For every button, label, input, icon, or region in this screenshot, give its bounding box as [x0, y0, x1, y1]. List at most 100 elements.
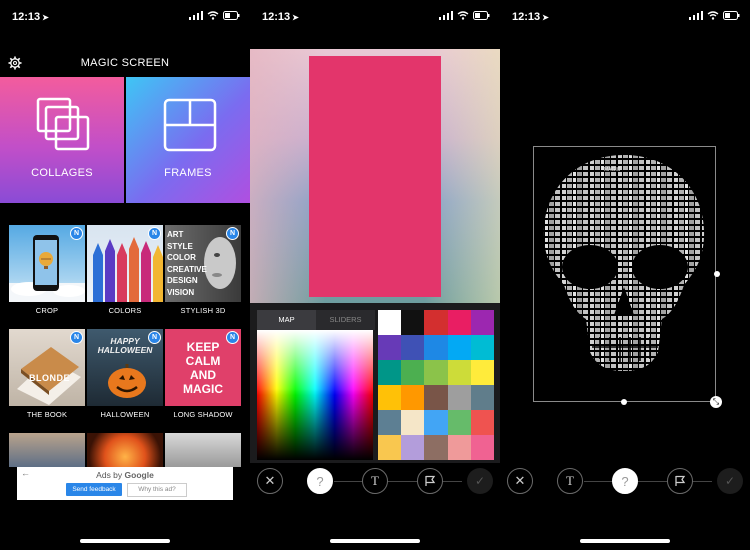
colors-thumbnail: N	[87, 225, 163, 302]
new-badge: N	[148, 227, 161, 240]
signal-icon	[689, 11, 703, 20]
art-line: CREATIVE	[167, 264, 207, 274]
resize-handle-bottom[interactable]	[621, 399, 627, 405]
confirm-button[interactable]: ✓	[467, 468, 493, 494]
close-button[interactable]: ✕	[257, 468, 283, 494]
close-button[interactable]: ✕	[507, 468, 533, 494]
grid-item-halloween[interactable]: HAPPY HALLOWEEN N HALLOWEEN	[87, 329, 163, 419]
color-swatch[interactable]	[401, 410, 425, 435]
art-line: ART	[167, 230, 184, 239]
grid-caption: CROP	[35, 306, 59, 315]
confirm-button[interactable]: ✓	[717, 468, 743, 494]
color-swatch[interactable]	[401, 385, 425, 410]
check-icon: ✓	[724, 474, 736, 488]
battery-icon	[473, 11, 490, 20]
grid-item-the-book[interactable]: BLONDE N THE BOOK	[9, 329, 85, 419]
color-swatch[interactable]	[424, 335, 448, 360]
color-swatch[interactable]	[447, 335, 471, 360]
resize-handle-right[interactable]	[714, 271, 720, 277]
color-swatch[interactable]	[378, 385, 402, 410]
wifi-icon	[207, 11, 219, 20]
skull-typography-image	[543, 155, 705, 371]
why-this-ad-button[interactable]: Why this ad?	[127, 483, 187, 497]
text-button[interactable]: T	[557, 468, 583, 494]
bottom-toolbar: ✕ T ? ✓	[500, 467, 750, 497]
color-swatch[interactable]	[447, 435, 471, 460]
color-swatch[interactable]	[447, 360, 471, 385]
color-swatch[interactable]	[424, 385, 448, 410]
canvas-preview[interactable]	[250, 49, 500, 303]
flag-icon	[675, 475, 686, 486]
home-indicator[interactable]	[580, 539, 670, 543]
grid-caption: STYLISH 3D	[180, 306, 226, 315]
art-word: MAGIC	[604, 167, 621, 173]
color-swatch[interactable]	[447, 410, 471, 435]
color-swatch[interactable]	[378, 335, 402, 360]
color-swatch[interactable]	[470, 310, 494, 335]
new-badge: N	[70, 227, 83, 240]
color-swatch[interactable]	[470, 410, 494, 435]
frames-button[interactable]: FRAMES	[126, 77, 250, 203]
send-feedback-button[interactable]: Send feedback	[66, 483, 122, 496]
flag-button[interactable]	[417, 468, 443, 494]
status-bar: 12:13 ➤	[500, 0, 750, 34]
color-swatch[interactable]	[401, 435, 425, 460]
ad-title: Ads by Google	[17, 470, 233, 480]
color-map[interactable]	[257, 330, 373, 460]
color-swatch[interactable]	[378, 410, 402, 435]
color-swatch[interactable]	[378, 360, 402, 385]
selection-frame[interactable]: MAGIC	[533, 146, 716, 402]
color-swatch[interactable]	[378, 310, 402, 335]
keep-calm-text: KEEP CALM AND MAGIC	[165, 340, 241, 396]
color-swatch[interactable]	[470, 435, 494, 460]
grid-item-long-shadow[interactable]: KEEP CALM AND MAGIC N LONG SHADOW	[165, 329, 241, 419]
grid-item-stylish-3d[interactable]: ART STYLE COLOR CREATIVE DESIGN VISION N…	[165, 225, 241, 315]
color-swatch[interactable]	[470, 360, 494, 385]
location-arrow-icon: ➤	[42, 13, 49, 22]
color-swatch[interactable]	[424, 435, 448, 460]
swatch-grid	[378, 310, 494, 460]
color-swatch[interactable]	[470, 335, 494, 360]
grid-item-sun[interactable]	[87, 433, 163, 467]
colored-frame[interactable]	[309, 56, 441, 297]
color-swatch[interactable]	[424, 360, 448, 385]
status-time: 12:13 ➤	[12, 11, 49, 23]
collages-icon	[36, 97, 90, 151]
scale-rotate-handle[interactable]: ⤡	[710, 396, 722, 408]
color-swatch[interactable]	[401, 360, 425, 385]
color-swatch[interactable]	[447, 385, 471, 410]
question-icon: ?	[621, 473, 629, 489]
stylish-3d-thumbnail: ART STYLE COLOR CREATIVE DESIGN VISION N	[165, 225, 241, 302]
new-badge: N	[226, 227, 239, 240]
color-swatch[interactable]	[378, 435, 402, 460]
status-time: 12:13 ➤	[262, 11, 299, 23]
time-text: 12:13	[512, 11, 541, 23]
help-button[interactable]: ?	[307, 468, 333, 494]
grid-item-colors[interactable]: N COLORS	[87, 225, 163, 315]
color-swatch[interactable]	[470, 385, 494, 410]
grid-caption: COLORS	[108, 306, 142, 315]
grid-item-ball[interactable]	[165, 433, 241, 467]
grid-item-sky[interactable]	[9, 433, 85, 467]
tab-map[interactable]: MAP	[257, 310, 316, 330]
home-indicator[interactable]	[330, 539, 420, 543]
color-swatch[interactable]	[424, 310, 448, 335]
home-indicator[interactable]	[80, 539, 170, 543]
ad-banner[interactable]: ← Ads by Google Send feedback Why this a…	[17, 467, 233, 500]
help-button[interactable]: ?	[612, 468, 638, 494]
color-swatch[interactable]	[401, 310, 425, 335]
text-icon: T	[371, 473, 379, 488]
color-swatch[interactable]	[401, 335, 425, 360]
question-icon: ?	[316, 473, 324, 489]
color-swatch[interactable]	[424, 410, 448, 435]
art-line: DESIGN	[167, 276, 198, 285]
grid-item-crop[interactable]: N CROP	[9, 225, 85, 315]
flag-button[interactable]	[667, 468, 693, 494]
color-swatch[interactable]	[447, 310, 471, 335]
text-button[interactable]: T	[362, 468, 388, 494]
collages-button[interactable]: COLLAGES	[0, 77, 124, 203]
page-title: MAGIC SCREEN	[80, 57, 170, 69]
tab-sliders[interactable]: SLIDERS	[316, 310, 375, 330]
collages-label: COLLAGES	[31, 167, 93, 179]
frames-label: FRAMES	[164, 167, 212, 179]
